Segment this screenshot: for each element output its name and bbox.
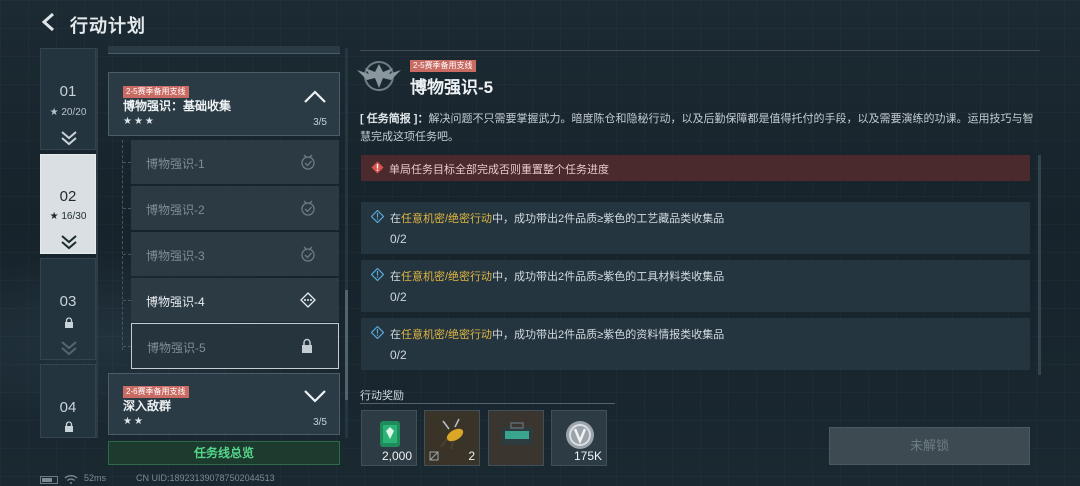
- chapter-number: 03: [59, 293, 77, 310]
- reward-item[interactable]: 2: [424, 410, 480, 466]
- objective-text: 在任意机密/绝密行动中，成功带出2件品质≥紫色的资料情报类收集品: [390, 329, 725, 341]
- equipment-case-icon: [501, 422, 533, 445]
- chapter-number: 04: [59, 399, 77, 416]
- lock-icon: [302, 338, 312, 353]
- sub-mission-4[interactable]: 博物强识-4: [131, 278, 339, 322]
- tree-connector: [122, 140, 123, 350]
- tree-branch: [123, 346, 131, 347]
- objective-progress: 0/2: [390, 232, 407, 246]
- warning-diamond-icon: [371, 161, 384, 174]
- sub-mission-label: 博物强识-5: [147, 341, 206, 355]
- reward-item[interactable]: 2,000: [361, 410, 417, 466]
- sub-mission-label: 博物强识-2: [146, 203, 205, 217]
- warning-banner: 单局任务目标全部完成否则重置整个任务进度: [361, 155, 1030, 181]
- mission-group-expanded[interactable]: 2-5赛季备用支线 博物强识：基础收集 ★★★ 3/5: [108, 72, 340, 136]
- mission-line-overview-button[interactable]: 任务线总览: [108, 441, 340, 465]
- reward-quantity: 2: [468, 449, 475, 463]
- bee-item-icon: [440, 418, 464, 450]
- tree-branch: [123, 162, 131, 163]
- tree-branch: [123, 254, 131, 255]
- green-token-icon: [380, 421, 400, 447]
- sub-mission-3[interactable]: 博物强识-3: [131, 232, 339, 276]
- battery-icon: [40, 476, 58, 484]
- previous-group-edge: [108, 46, 340, 54]
- group-stars: ★★★: [123, 116, 156, 127]
- sub-mission-label: 博物强识-3: [146, 249, 205, 263]
- group-stars: ★★: [123, 416, 145, 427]
- objective-text: 在任意机密/绝密行动中，成功带出2件品质≥紫色的工艺藏品类收集品: [390, 213, 725, 225]
- chevron-down-icon: [304, 390, 326, 403]
- chapter-04[interactable]: 04: [40, 364, 96, 438]
- objective-item: 在任意机密/绝密行动中，成功带出2件品质≥紫色的工艺藏品类收集品 0/2: [361, 202, 1030, 254]
- divider: [360, 403, 615, 404]
- reward-item[interactable]: 175K: [551, 410, 607, 466]
- ping-readout: 52ms: [84, 473, 107, 483]
- group-progress: 3/5: [313, 117, 327, 128]
- medal-check-icon: [301, 154, 315, 170]
- in-progress-diamond-icon: [300, 292, 316, 308]
- chapter-02[interactable]: 02 ★ 16/30: [40, 154, 96, 254]
- detail-scrollbar[interactable]: [1038, 155, 1041, 375]
- reward-item[interactable]: [488, 410, 544, 466]
- lock-icon: [65, 421, 73, 432]
- medal-check-icon: [301, 246, 315, 262]
- page-title: 行动计划: [70, 16, 146, 36]
- locked-action-button[interactable]: 未解锁: [829, 427, 1030, 465]
- objective-item: 在任意机密/绝密行动中，成功带出2件品质≥紫色的工具材料类收集品 0/2: [361, 260, 1030, 312]
- lock-icon: [65, 317, 73, 328]
- objective-progress: 0/2: [390, 290, 407, 304]
- mission-title: 博物强识-5: [410, 78, 494, 97]
- chapter-rail: [96, 48, 98, 438]
- tree-branch: [123, 300, 131, 301]
- chevron-up-icon: [304, 90, 326, 103]
- reward-quantity: 2,000: [381, 449, 412, 463]
- reward-quantity: 175K: [573, 449, 602, 463]
- eagle-emblem-icon: [357, 61, 401, 91]
- unbound-icon: [429, 451, 439, 461]
- briefing-text: 解决问题不只需要掌握武力。暗度陈仓和隐秘行动，以及后勤保障都是值得托付的手段，以…: [360, 113, 1034, 143]
- sub-mission-label: 博物强识-4: [146, 295, 205, 309]
- group-title: 深入敌群: [123, 399, 172, 413]
- objective-progress: 0/2: [390, 348, 407, 362]
- mission-briefing: [ 任务简报 ]：解决问题不只需要掌握武力。暗度陈仓和隐秘行动，以及后勤保障都是…: [360, 110, 1036, 146]
- chapter-number: 01: [59, 83, 77, 100]
- rewards-label: 行动奖励: [360, 390, 404, 402]
- tree-branch: [123, 208, 131, 209]
- sub-mission-label: 博物强识-1: [146, 157, 205, 171]
- sub-mission-2[interactable]: 博物强识-2: [131, 186, 339, 230]
- chevron-down-icon: [61, 235, 77, 250]
- season-tag: 2-5赛季备用支线: [410, 55, 476, 73]
- wifi-icon: [64, 475, 78, 484]
- info-diamond-icon: [371, 268, 384, 281]
- mission-group-collapsed[interactable]: 2-6赛季备用支线 深入敌群 ★★ 3/5: [108, 373, 340, 435]
- sub-mission-1[interactable]: 博物强识-1: [131, 140, 339, 184]
- chapter-01[interactable]: 01 ★ 20/20: [40, 48, 96, 150]
- chapter-progress: ★ 20/20: [49, 107, 87, 118]
- objective-item: 在任意机密/绝密行动中，成功带出2件品质≥紫色的资料情报类收集品 0/2: [361, 318, 1030, 370]
- chapter-progress: ★ 16/30: [49, 211, 87, 222]
- chevron-down-icon: [61, 131, 77, 146]
- chapter-03[interactable]: 03: [40, 258, 96, 360]
- chapter-number: 02: [59, 188, 77, 205]
- list-scrollbar-thumb[interactable]: [345, 290, 348, 400]
- objective-text: 在任意机密/绝密行动中，成功带出2件品质≥紫色的工具材料类收集品: [390, 271, 725, 283]
- info-diamond-icon: [371, 210, 384, 223]
- back-arrow-icon[interactable]: [38, 11, 60, 33]
- medal-check-icon: [301, 200, 315, 216]
- sub-mission-5[interactable]: 博物强识-5: [131, 323, 339, 369]
- silver-coin-icon: [566, 421, 594, 449]
- briefing-label: [ 任务简报 ]：: [360, 113, 429, 125]
- user-uid: CN UID:1892313907875020445​13: [136, 473, 275, 483]
- info-diamond-icon: [371, 326, 384, 339]
- divider: [360, 50, 1040, 51]
- chevron-down-icon: [61, 341, 77, 356]
- warning-text: 单局任务目标全部完成否则重置整个任务进度: [389, 164, 609, 176]
- group-progress: 3/5: [313, 417, 327, 428]
- group-title: 博物强识：基础收集: [123, 99, 232, 113]
